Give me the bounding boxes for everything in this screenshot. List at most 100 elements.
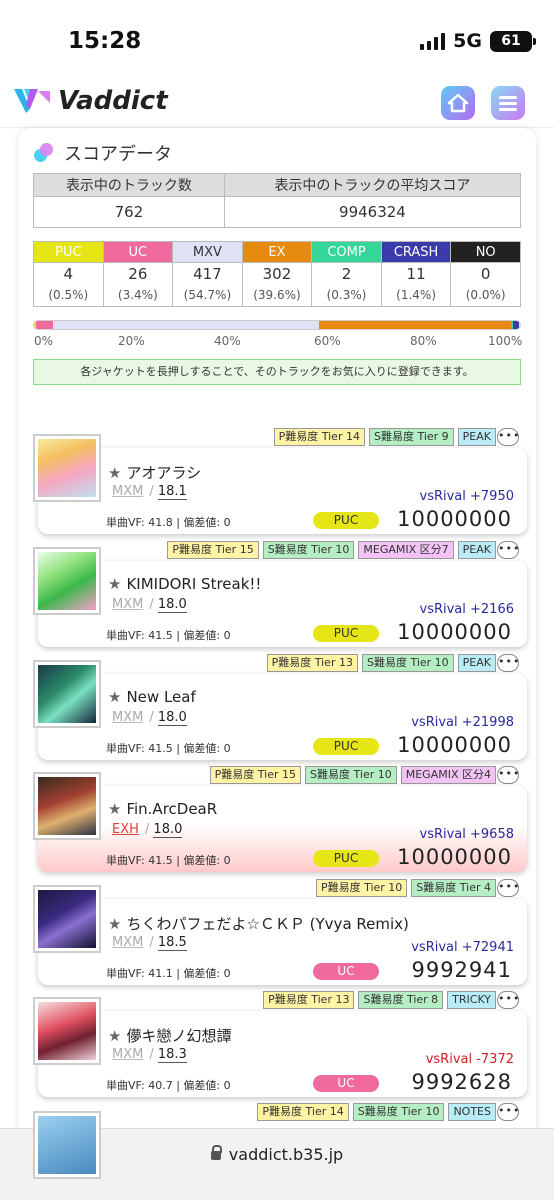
rank-percent-ex: (39.6%) xyxy=(241,284,313,307)
level-value: 18.0 xyxy=(157,710,187,726)
rank-header-ex: EX xyxy=(241,241,313,263)
summary-average-score: 9946324 xyxy=(223,196,522,228)
s-difficulty-tag: S難易度 Tier 4 xyxy=(411,879,496,897)
track-title-text: アオアラシ xyxy=(126,464,202,482)
track-title-text: New Leaf xyxy=(126,688,196,706)
difficulty-separator: / xyxy=(149,935,158,950)
jacket-art xyxy=(38,890,96,948)
p-difficulty-tag: P難易度 Tier 14 xyxy=(257,1103,349,1121)
scale-label: 0% xyxy=(34,334,54,348)
track-tags: P難易度 Tier 10 S難易度 Tier 4 xyxy=(315,879,496,897)
s-difficulty-tag: S難易度 Tier 10 xyxy=(305,766,397,784)
summary-table: 表示中のトラック数 表示中のトラックの平均スコア 762 9946324 xyxy=(33,173,522,228)
track-score: 9992941 xyxy=(411,958,512,982)
favorite-star-icon[interactable]: ★ xyxy=(108,800,121,818)
p-difficulty-tag: P難易度 Tier 13 xyxy=(266,654,358,672)
clear-badge: UC xyxy=(313,1075,379,1092)
track-tags: P難易度 Tier 14 S難易度 Tier 10 NOTES xyxy=(257,1103,496,1121)
clear-badge: PUC xyxy=(313,738,379,755)
difficulty-name: MXM xyxy=(112,597,144,612)
favorite-star-icon[interactable]: ★ xyxy=(108,464,121,482)
track-title[interactable]: ★ KIMIDORI Streak!! xyxy=(108,575,261,593)
volforce-info: 単曲VF: 41.1 | 偏差値: 0 xyxy=(106,967,231,980)
rank-percent-crash: (1.4%) xyxy=(380,284,452,307)
track-score: 10000000 xyxy=(397,507,512,531)
track-title[interactable]: ★ ちくわパフェだよ☆ＣＫＰ (Yvya Remix) xyxy=(108,913,409,934)
volforce-info: 単曲VF: 41.5 | 偏差値: 0 xyxy=(106,742,231,755)
more-options-button[interactable]: ••• xyxy=(497,879,519,897)
level-value: 18.5 xyxy=(157,935,187,951)
more-options-button[interactable]: ••• xyxy=(497,428,519,446)
section-header: スコアデータ xyxy=(34,140,172,166)
jacket-image[interactable] xyxy=(33,547,101,615)
favorite-star-icon[interactable]: ★ xyxy=(108,915,121,933)
more-options-button[interactable]: ••• xyxy=(497,1103,519,1121)
difficulty-level: MXM / 18.1 xyxy=(112,484,187,500)
jacket-image[interactable] xyxy=(33,660,101,728)
more-options-button[interactable]: ••• xyxy=(497,991,519,1009)
summary-header-count: 表示中のトラック数 xyxy=(33,173,225,197)
lock-icon xyxy=(210,1145,222,1160)
rival-diff: vsRival +9658 xyxy=(419,827,515,842)
more-options-button[interactable]: ••• xyxy=(497,766,519,784)
p-difficulty-tag: P難易度 Tier 13 xyxy=(263,991,355,1009)
rank-count-mxv: 417 xyxy=(172,262,243,285)
url-text: vaddict.b35.jp xyxy=(228,1145,344,1164)
home-button[interactable] xyxy=(441,86,475,120)
difficulty-name: EXH xyxy=(112,822,139,837)
track-item[interactable]: P難易度 Tier 13 S難易度 Tier 10 PEAK ••• ★ New Leaf… xyxy=(0,654,554,766)
track-title[interactable]: ★ Fin.ArcDeaR xyxy=(108,800,217,818)
favorite-star-icon[interactable]: ★ xyxy=(108,575,121,593)
p-difficulty-tag: P難易度 Tier 15 xyxy=(209,766,302,784)
jacket-image[interactable] xyxy=(33,434,101,502)
more-options-button[interactable]: ••• xyxy=(497,654,519,672)
track-item[interactable]: P難易度 Tier 15 S難易度 Tier 10 MEGAMIX 区分7 PEAK •… xyxy=(0,541,554,653)
rank-percent-puc: (0.5%) xyxy=(33,284,104,307)
s-difficulty-tag: S難易度 Tier 8 xyxy=(358,991,444,1009)
favorite-star-icon[interactable]: ★ xyxy=(108,688,121,706)
track-title[interactable]: ★ 儚キ戀ノ幻想譚 xyxy=(108,1025,231,1046)
more-options-button[interactable]: ••• xyxy=(497,541,519,559)
track-tags: P難易度 Tier 14 S難易度 Tier 9 PEAK xyxy=(273,428,496,446)
track-score: 9992628 xyxy=(411,1070,512,1094)
rank-percent-mxv: (54.7%) xyxy=(172,284,243,307)
jacket-image[interactable] xyxy=(33,772,101,840)
clear-badge: PUC xyxy=(313,850,379,867)
track-title-text: ちくわパフェだよ☆ＣＫＰ (Yvya Remix) xyxy=(126,915,409,933)
track-title-text: 儚キ戀ノ幻想譚 xyxy=(126,1027,232,1045)
rank-bar-segment-mxv xyxy=(52,321,319,329)
difficulty-level: EXH/ 18.0 xyxy=(112,822,183,838)
jacket-art xyxy=(38,1116,96,1174)
favorite-star-icon[interactable]: ★ xyxy=(108,1027,121,1045)
clear-badge: UC xyxy=(313,963,379,980)
menu-button[interactable] xyxy=(491,86,525,120)
level-value: 18.1 xyxy=(157,484,187,500)
rank-count-comp: 2 xyxy=(311,262,382,285)
jacket-art xyxy=(38,1002,96,1060)
jacket-art xyxy=(38,439,96,497)
bubbles-icon xyxy=(34,143,54,163)
rival-diff: vsRival +7950 xyxy=(419,489,515,504)
track-item[interactable]: P難易度 Tier 10 S難易度 Tier 4 ••• ★ ちくわパフェだよ☆ＣＫＰ … xyxy=(0,879,554,991)
s-difficulty-tag: S難易度 Tier 10 xyxy=(352,1103,445,1121)
summary-header-average: 表示中のトラックの平均スコア xyxy=(223,173,522,197)
jacket-image[interactable] xyxy=(33,997,101,1065)
app-logo[interactable]: Vaddict xyxy=(14,86,168,116)
track-item[interactable]: P難易度 Tier 15 S難易度 Tier 10 MEGAMIX 区分4 ••• ★ F… xyxy=(0,766,554,878)
track-item[interactable]: P難易度 Tier 14 S難易度 Tier 9 PEAK ••• ★ アオアラシ MXM /… xyxy=(0,428,554,540)
track-item[interactable]: P難易度 Tier 13 S難易度 Tier 8 TRICKY ••• ★ 儚キ戀ノ幻想譚… xyxy=(0,991,554,1103)
level-value: 18.3 xyxy=(157,1047,187,1063)
status-time: 15:28 xyxy=(68,28,142,54)
rank-count-no: 0 xyxy=(450,262,521,285)
track-title[interactable]: ★ アオアラシ xyxy=(108,462,201,483)
jacket-image[interactable] xyxy=(33,885,101,953)
s-difficulty-tag: S難易度 Tier 10 xyxy=(361,654,454,672)
jacket-art xyxy=(38,777,96,835)
rival-diff: vsRival +21998 xyxy=(411,715,514,730)
clear-rank-bar xyxy=(33,320,521,330)
track-score: 10000000 xyxy=(397,845,512,869)
track-title[interactable]: ★ New Leaf xyxy=(108,688,196,706)
jacket-image[interactable] xyxy=(33,1111,101,1179)
summary-track-count: 762 xyxy=(33,196,225,228)
rival-diff: vsRival +2166 xyxy=(419,602,515,617)
